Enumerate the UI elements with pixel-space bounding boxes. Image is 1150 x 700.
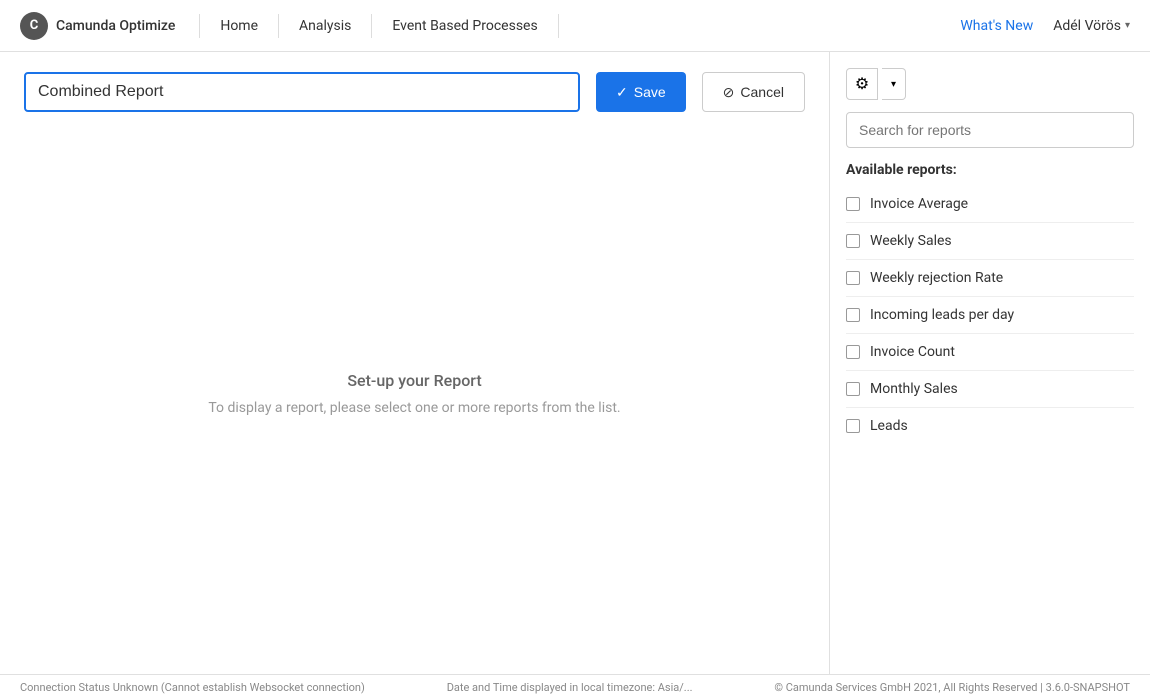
report-checkbox[interactable]	[846, 345, 860, 359]
cancel-button[interactable]: ⊘ Cancel	[702, 72, 805, 112]
setup-area: Set-up your Report To display a report, …	[24, 132, 805, 654]
chevron-down-icon: ▾	[891, 79, 896, 90]
report-checkbox[interactable]	[846, 382, 860, 396]
report-checkbox[interactable]	[846, 271, 860, 285]
report-name: Weekly rejection Rate	[870, 270, 1003, 286]
save-button[interactable]: ✓ Save	[596, 72, 686, 112]
list-item[interactable]: Monthly Sales	[846, 371, 1134, 408]
setup-title: Set-up your Report	[347, 371, 481, 390]
report-name: Invoice Average	[870, 196, 968, 212]
footer-copyright: © Camunda Services GmbH 2021, All Rights…	[774, 681, 1130, 694]
footer: Connection Status Unknown (Cannot establ…	[0, 674, 1150, 700]
list-item[interactable]: Leads	[846, 408, 1134, 444]
nav-right: What's New Adél Vörös ▾	[960, 18, 1130, 34]
report-title-input[interactable]	[24, 72, 580, 112]
user-name: Adél Vörös	[1053, 18, 1121, 34]
setup-description: To display a report, please select one o…	[208, 400, 620, 416]
user-menu-chevron-icon: ▾	[1125, 20, 1130, 31]
list-item[interactable]: Invoice Count	[846, 334, 1134, 371]
user-menu[interactable]: Adél Vörös ▾	[1053, 18, 1130, 34]
list-item[interactable]: Incoming leads per day	[846, 297, 1134, 334]
report-name: Leads	[870, 418, 908, 434]
footer-connection-status: Connection Status Unknown (Cannot establ…	[20, 681, 365, 694]
report-name: Monthly Sales	[870, 381, 958, 397]
right-panel: ⚙ ▾ Available reports: Invoice Average We…	[830, 52, 1150, 674]
navbar: C Camunda Optimize Home Analysis Event B…	[0, 0, 1150, 52]
logo-icon: C	[20, 12, 48, 40]
nav-analysis[interactable]: Analysis	[283, 0, 367, 52]
nav-home[interactable]: Home	[204, 0, 274, 52]
cancel-icon: ⊘	[723, 84, 735, 101]
content-area: ✓ Save ⊘ Cancel Set-up your Report To di…	[0, 52, 1150, 674]
title-row: ✓ Save ⊘ Cancel	[24, 72, 805, 112]
check-icon: ✓	[616, 84, 628, 101]
nav-divider-1	[199, 14, 200, 38]
list-item[interactable]: Invoice Average	[846, 186, 1134, 223]
report-checkbox[interactable]	[846, 308, 860, 322]
report-name: Invoice Count	[870, 344, 955, 360]
nav-divider-4	[558, 14, 559, 38]
list-item[interactable]: Weekly rejection Rate	[846, 260, 1134, 297]
gear-icon: ⚙	[855, 74, 869, 94]
settings-button[interactable]: ⚙	[846, 68, 878, 100]
settings-dropdown-button[interactable]: ▾	[882, 68, 906, 100]
main-panel: ✓ Save ⊘ Cancel Set-up your Report To di…	[0, 52, 830, 674]
nav-divider-3	[371, 14, 372, 38]
report-list: Invoice Average Weekly Sales Weekly reject…	[846, 186, 1134, 444]
right-panel-header: ⚙ ▾	[846, 68, 1134, 100]
nav-divider-2	[278, 14, 279, 38]
app-name: Camunda Optimize	[56, 18, 175, 34]
app-logo: C Camunda Optimize	[20, 12, 175, 40]
nav-event-based[interactable]: Event Based Processes	[376, 0, 553, 52]
list-item[interactable]: Weekly Sales	[846, 223, 1134, 260]
report-checkbox[interactable]	[846, 419, 860, 433]
footer-timezone: Date and Time displayed in local timezon…	[447, 681, 693, 694]
available-reports-label: Available reports:	[846, 162, 1134, 178]
report-checkbox[interactable]	[846, 197, 860, 211]
search-reports-input[interactable]	[846, 112, 1134, 148]
report-name: Incoming leads per day	[870, 307, 1014, 323]
report-name: Weekly Sales	[870, 233, 952, 249]
report-checkbox[interactable]	[846, 234, 860, 248]
whats-new-link[interactable]: What's New	[960, 18, 1033, 34]
